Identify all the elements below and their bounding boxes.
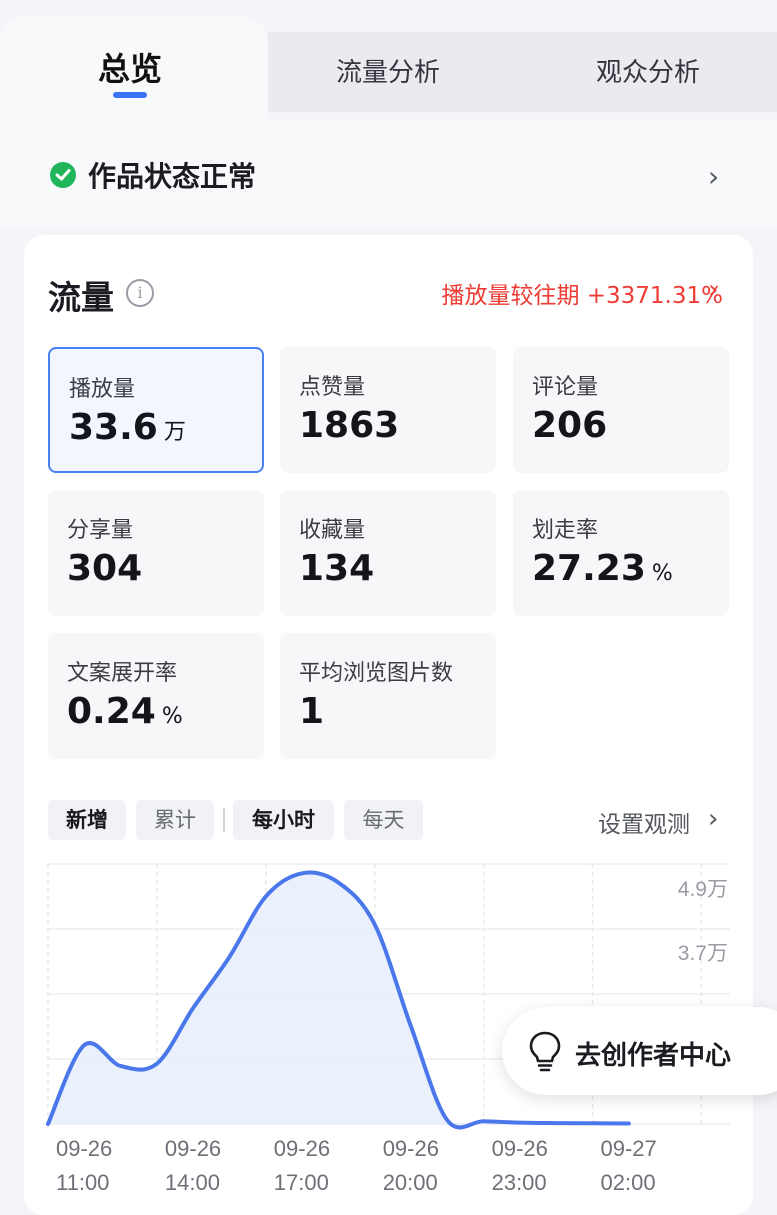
metric-value: 1 — [299, 691, 325, 732]
metric-label: 评论量 — [532, 375, 599, 400]
y-tick-label: 4.9万 — [678, 878, 728, 901]
metric-label: 播放量 — [69, 377, 136, 402]
status-text: 作品状态正常 — [88, 160, 257, 193]
x-tick-label-date: 09-26 — [274, 1136, 330, 1161]
x-tick-label-time: 02:00 — [601, 1170, 656, 1195]
x-tick-label-time: 17:00 — [274, 1170, 329, 1195]
tab-overview[interactable]: 总览 — [0, 44, 260, 90]
x-tick-label-time: 20:00 — [383, 1170, 438, 1195]
chevron-right-icon[interactable]: › — [708, 160, 719, 193]
metric-value: 1863 — [299, 405, 400, 446]
compare-link[interactable]: 播放量较往期 +3371.31% — [441, 276, 723, 310]
metric-label: 划走率 — [532, 518, 599, 543]
x-tick-label-date: 09-26 — [383, 1136, 439, 1161]
metric-swipe-rate[interactable]: 划走率 27.23% — [513, 490, 729, 616]
section-title: 流量 — [48, 278, 114, 317]
tab-traffic-analysis[interactable]: 流量分析 — [288, 52, 488, 89]
metric-label: 分享量 — [67, 518, 134, 543]
metric-likes[interactable]: 点赞量 1863 — [280, 347, 496, 473]
tab-bar: 总览 流量分析 观众分析 — [0, 0, 777, 120]
metric-plays[interactable]: 播放量 33.6 万 — [48, 347, 264, 473]
metric-caption-expand-rate[interactable]: 文案展开率 0.24% — [48, 633, 264, 759]
metric-value: 304 — [67, 548, 143, 589]
x-tick-label-date: 09-26 — [56, 1136, 112, 1161]
metric-avg-images-viewed[interactable]: 平均浏览图片数 1 — [280, 633, 496, 759]
chip-hourly[interactable]: 每小时 — [233, 800, 334, 840]
x-tick-label-time: 14:00 — [165, 1170, 220, 1195]
x-tick-label-date: 09-26 — [492, 1136, 548, 1161]
creator-center-label: 去创作者中心 — [575, 1041, 732, 1071]
y-tick-label: 3.7万 — [678, 942, 728, 965]
x-tick-label-date: 09-27 — [601, 1136, 657, 1161]
metric-value: 27.23% — [532, 548, 673, 589]
metric-value: 206 — [532, 405, 608, 446]
tab-audience-analysis[interactable]: 观众分析 — [548, 52, 748, 89]
metric-label: 文案展开率 — [67, 661, 178, 686]
metric-comments[interactable]: 评论量 206 — [513, 347, 729, 473]
chip-daily[interactable]: 每天 — [344, 800, 423, 840]
tab-active-indicator — [113, 92, 147, 98]
divider — [223, 808, 225, 832]
lightbulb-icon — [529, 1031, 561, 1072]
chevron-right-icon[interactable]: › — [708, 804, 718, 834]
metric-value: 0.24% — [67, 691, 183, 732]
x-tick-label-time: 11:00 — [56, 1170, 109, 1195]
x-tick-label-date: 09-26 — [165, 1136, 221, 1161]
metric-label: 点赞量 — [299, 375, 366, 400]
metric-shares[interactable]: 分享量 304 — [48, 490, 264, 616]
metric-value: 134 — [299, 548, 375, 589]
metric-label: 平均浏览图片数 — [299, 661, 454, 686]
chip-cumulative[interactable]: 累计 — [136, 800, 214, 840]
info-icon[interactable]: i — [126, 279, 154, 307]
x-tick-label-time: 23:00 — [492, 1170, 547, 1195]
chevron-right-icon[interactable]: › — [708, 275, 718, 305]
metric-label: 收藏量 — [299, 518, 366, 543]
set-observation-link[interactable]: 设置观测 — [598, 805, 690, 839]
chip-new[interactable]: 新增 — [48, 800, 126, 840]
check-circle-icon — [50, 162, 76, 188]
metric-value: 33.6 万 — [69, 407, 186, 448]
metric-favorites[interactable]: 收藏量 134 — [280, 490, 496, 616]
